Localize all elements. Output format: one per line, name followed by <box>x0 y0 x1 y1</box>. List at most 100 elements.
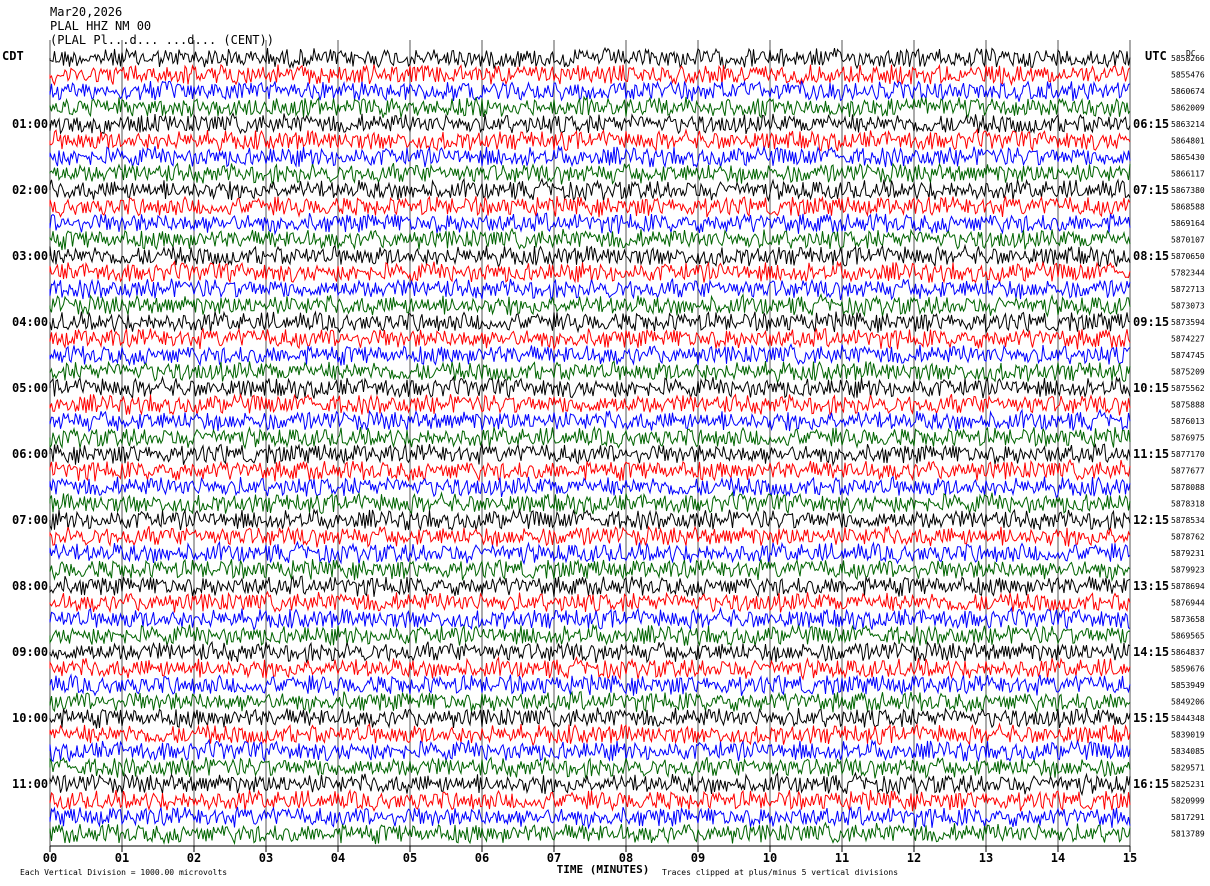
trace-line <box>49 79 1131 102</box>
left-hour-label: 10:00 <box>12 711 48 725</box>
trace-line <box>49 756 1131 779</box>
left-hour-label: 08:00 <box>12 579 48 593</box>
dc-offset-label: 5844348 <box>1171 714 1205 723</box>
trace-line <box>49 656 1131 681</box>
x-tick-label: 04 <box>331 851 345 865</box>
x-axis-title: TIME (MINUTES) <box>557 863 650 876</box>
trace-line <box>49 144 1131 169</box>
right-hour-label: 11:15 <box>1133 447 1169 461</box>
trace-line <box>49 475 1131 500</box>
x-tick-label: 05 <box>403 851 417 865</box>
right-hour-label: 13:15 <box>1133 579 1169 593</box>
dc-offset-label: 5858266 <box>1171 54 1205 63</box>
trace-line <box>49 327 1131 352</box>
dc-offset-label: 5849206 <box>1171 698 1205 707</box>
right-hour-label: 09:15 <box>1133 315 1169 329</box>
dc-offset-label: 5865430 <box>1171 153 1205 162</box>
dc-offset-label: 5877170 <box>1171 450 1205 459</box>
dc-offset-label: 5878762 <box>1171 533 1205 542</box>
seismogram-plot: 5858266 5855476 5860674 5862009 5863214 58648… <box>12 40 1205 876</box>
dc-offset-label: 5873073 <box>1171 302 1205 311</box>
x-tick-label: 02 <box>187 851 201 865</box>
trace-line <box>49 575 1131 598</box>
right-hour-label: 14:15 <box>1133 645 1169 659</box>
trace-line <box>49 558 1131 583</box>
trace-line <box>49 293 1131 318</box>
dc-offset-label: 5875209 <box>1171 368 1205 377</box>
dc-offset-label: 5825231 <box>1171 780 1205 789</box>
x-tick-label: 10 <box>763 851 777 865</box>
trace-line <box>49 408 1131 433</box>
trace-line <box>49 227 1131 251</box>
trace-line <box>49 343 1131 367</box>
x-tick-label: 13 <box>979 851 993 865</box>
dc-offset-label: 5864837 <box>1171 648 1205 657</box>
dc-offset-label: 5875562 <box>1171 384 1205 393</box>
dc-offset-label: 5878534 <box>1171 516 1205 525</box>
trace-line <box>49 310 1131 334</box>
trace-line <box>49 458 1131 483</box>
dc-offset-label: 5873594 <box>1171 318 1205 327</box>
dc-offset-label: 5863214 <box>1171 120 1205 129</box>
trace-line <box>49 46 1131 70</box>
dc-offset-label: 5876975 <box>1171 434 1205 443</box>
dc-offset-label: 5866117 <box>1171 170 1205 179</box>
dc-offset-label: 5813789 <box>1171 830 1205 839</box>
x-tick-label: 01 <box>115 851 129 865</box>
trace-line <box>49 540 1131 566</box>
dc-offset-label: 5868588 <box>1171 203 1205 212</box>
x-tick-label: 06 <box>475 851 489 865</box>
dc-offset-label: 5874745 <box>1171 351 1205 360</box>
footer-clip-note: Traces clipped at plus/minus 5 vertical … <box>662 868 899 877</box>
right-hour-label: 10:15 <box>1133 381 1169 395</box>
right-hour-label: 07:15 <box>1133 183 1169 197</box>
dc-offset-label: 5875888 <box>1171 401 1205 410</box>
dc-offset-label: 5817291 <box>1171 813 1205 822</box>
trace-line <box>49 590 1131 614</box>
dc-offset-label: 5864801 <box>1171 137 1205 146</box>
dc-offset-label: 5862009 <box>1171 104 1205 113</box>
left-hour-label: 09:00 <box>12 645 48 659</box>
trace-line <box>49 63 1131 87</box>
dc-offset-label: 5855476 <box>1171 71 1205 80</box>
left-hour-label: 04:00 <box>12 315 48 329</box>
footer-scale-note: Each Vertical Division = 1000.00 microvo… <box>20 868 228 877</box>
dc-offset-label: 5878088 <box>1171 483 1205 492</box>
left-hour-label: 06:00 <box>12 447 48 461</box>
trace-line <box>49 195 1131 218</box>
right-hour-label: 08:15 <box>1133 249 1169 263</box>
dc-offset-label: 5877677 <box>1171 467 1205 476</box>
x-tick-label: 11 <box>835 851 849 865</box>
dc-offset-label: 5876013 <box>1171 417 1205 426</box>
left-hour-label: 07:00 <box>12 513 48 527</box>
trace-line <box>49 788 1131 812</box>
trace-line <box>49 640 1131 664</box>
x-tick-label: 09 <box>691 851 705 865</box>
trace-line <box>49 722 1131 747</box>
dc-offset-label: 5820999 <box>1171 797 1205 806</box>
dc-offset-label: 5870107 <box>1171 236 1205 245</box>
dc-offset-label: 5878318 <box>1171 500 1205 509</box>
trace-line <box>49 821 1131 846</box>
dc-offset-label: 5860674 <box>1171 87 1205 96</box>
left-hour-label: 11:00 <box>12 777 48 791</box>
dc-offset-label: 5869565 <box>1171 632 1205 641</box>
trace-line <box>49 375 1131 400</box>
trace-line <box>49 260 1131 284</box>
trace-line <box>49 212 1131 236</box>
x-tick-label: 14 <box>1051 851 1065 865</box>
dc-offset-label: 5878694 <box>1171 582 1205 591</box>
right-hour-label: 15:15 <box>1133 711 1169 725</box>
dc-offset-label: 5879231 <box>1171 549 1205 558</box>
trace-line <box>49 606 1131 632</box>
dc-offset-label: 5873658 <box>1171 615 1205 624</box>
trace-line <box>49 128 1131 153</box>
trace-line <box>49 177 1131 203</box>
x-tick-label: 15 <box>1123 851 1137 865</box>
trace-line <box>49 360 1131 384</box>
trace-line <box>49 673 1131 697</box>
trace-line <box>49 277 1131 301</box>
dc-offset-label: 5876944 <box>1171 599 1205 608</box>
dc-offset-label: 5839019 <box>1171 731 1205 740</box>
dc-offset-label: 5874227 <box>1171 335 1205 344</box>
